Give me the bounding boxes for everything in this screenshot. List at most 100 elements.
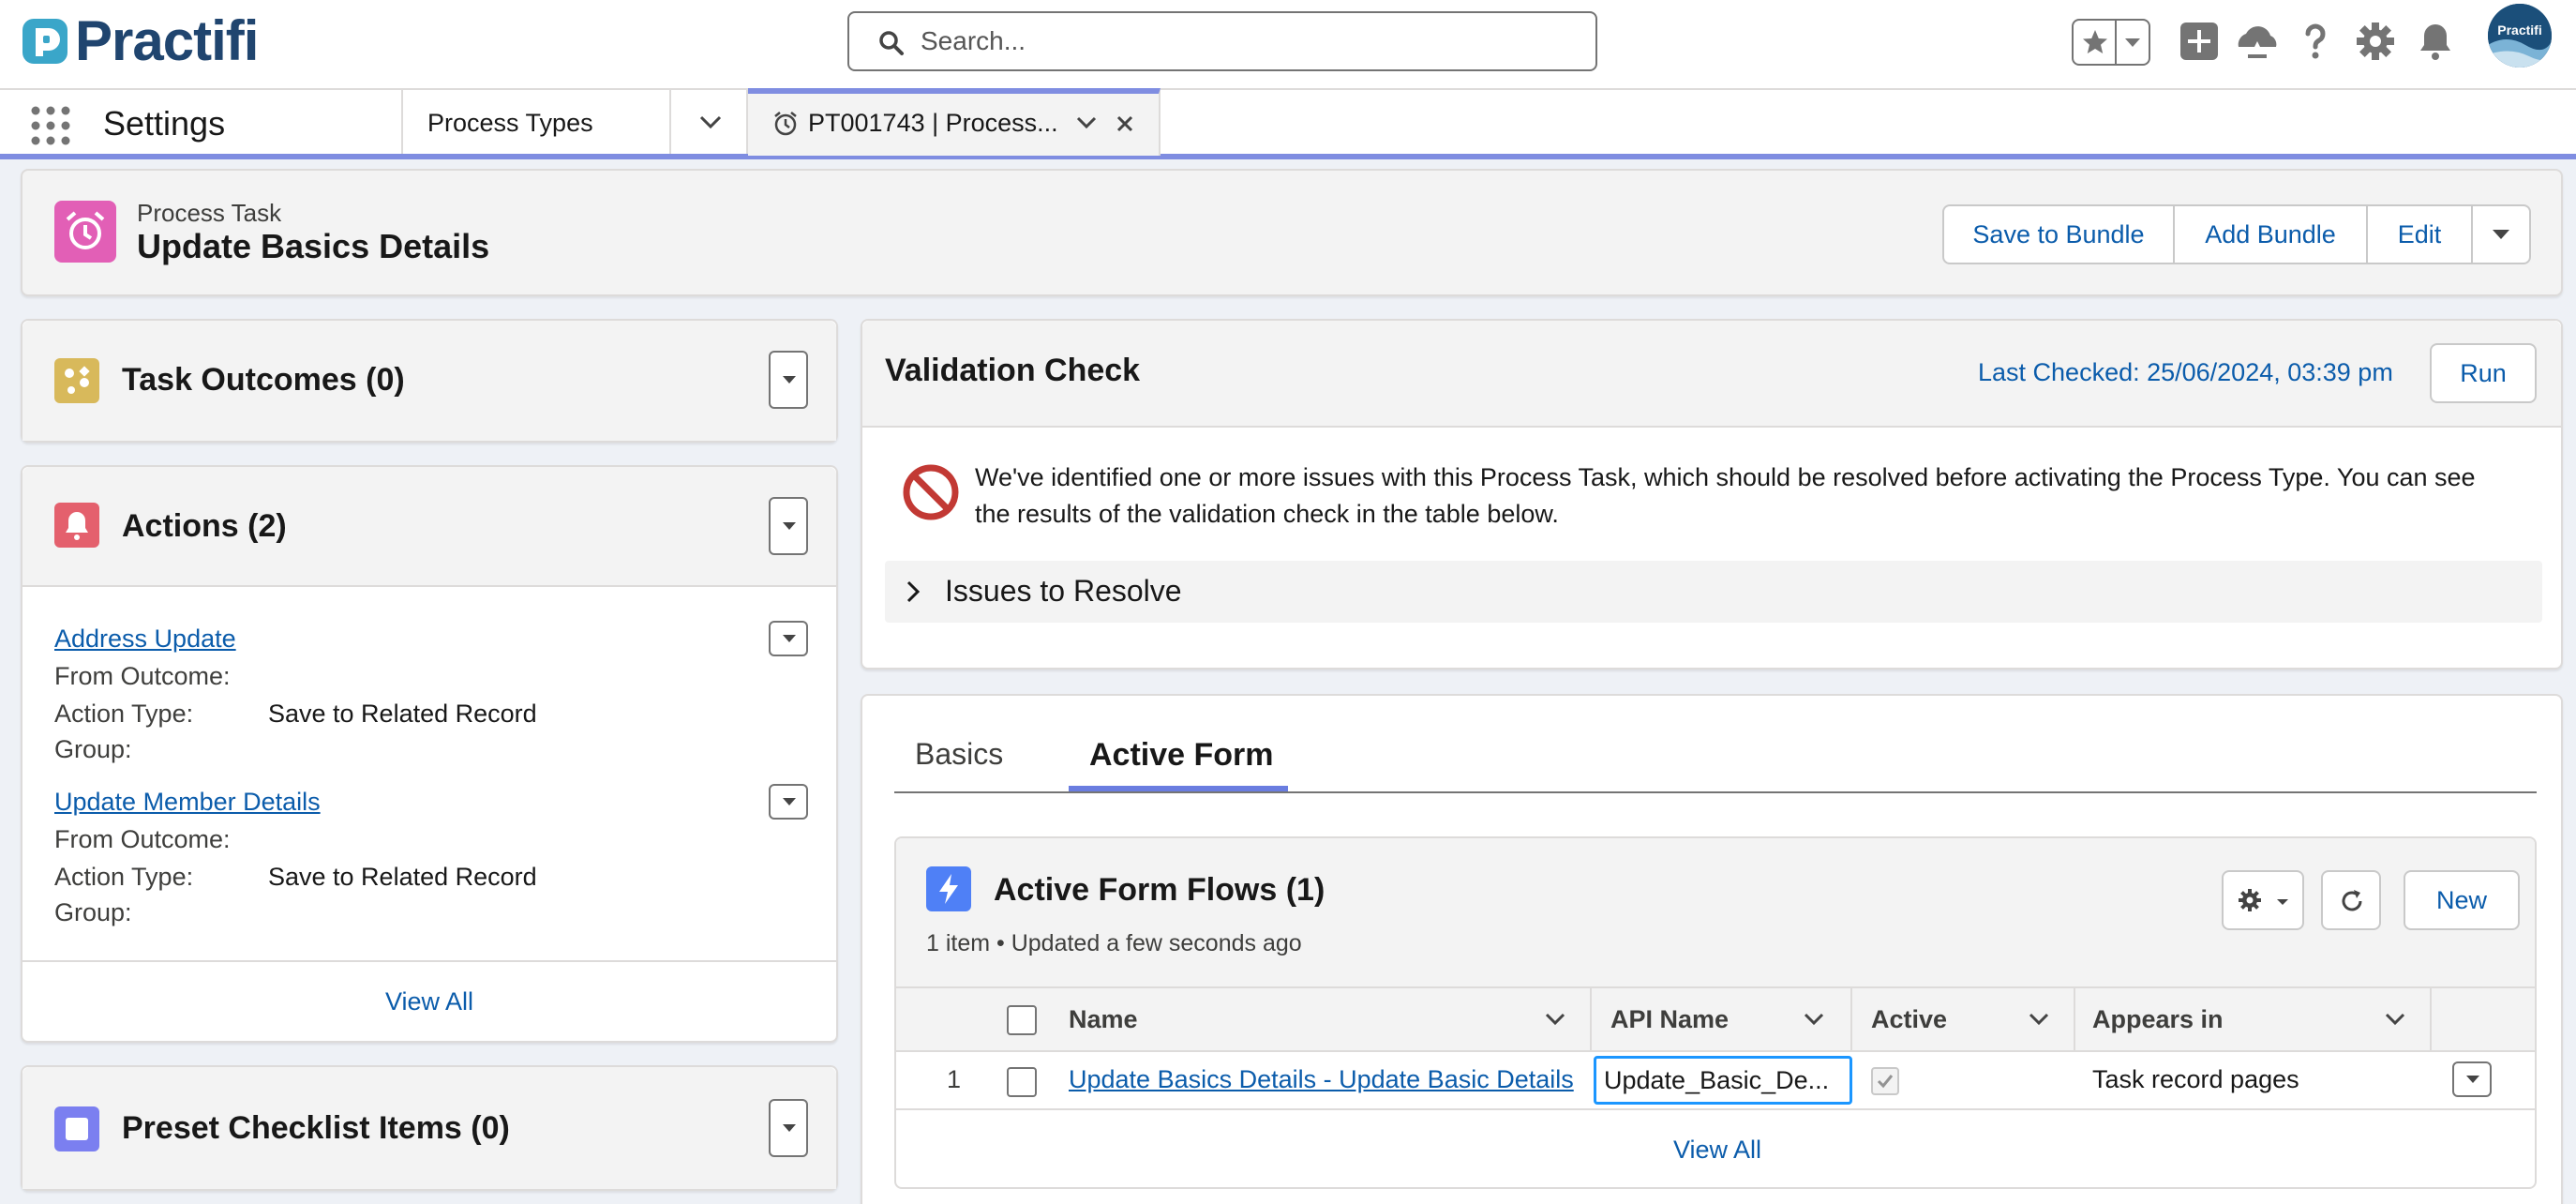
card-title: Preset Checklist Items (0) — [122, 1110, 510, 1146]
chevron-down-icon — [2276, 898, 2289, 906]
validation-title: Validation Check — [885, 353, 1141, 388]
list-settings-button[interactable] — [2222, 870, 2304, 930]
issues-to-resolve-toggle[interactable]: Issues to Resolve — [885, 561, 2542, 623]
chevron-down-icon — [699, 114, 722, 129]
row-menu-button[interactable] — [2452, 1061, 2492, 1097]
avatar[interactable]: Practifi — [2488, 4, 2552, 68]
column-header-appears-in[interactable]: Appears in — [2092, 988, 2224, 1052]
new-button[interactable]: New — [2404, 870, 2520, 930]
action-link-address-update[interactable]: Address Update — [54, 625, 236, 654]
global-header: Practifi Practifi — [0, 0, 2576, 90]
api-name-cell[interactable]: Update_Basic_De... — [1594, 1056, 1852, 1105]
search-icon — [877, 29, 906, 57]
action-type-value: Save to Related Record — [268, 863, 537, 891]
close-icon[interactable] — [1116, 114, 1134, 133]
chevron-down-icon — [2124, 38, 2141, 49]
row-checkbox[interactable] — [1007, 1067, 1037, 1097]
column-header-name[interactable]: Name — [1069, 988, 1138, 1052]
save-to-bundle-button[interactable]: Save to Bundle — [1944, 206, 2175, 263]
app-launcher-icon[interactable] — [28, 103, 73, 148]
practifi-logo-icon — [21, 17, 69, 66]
app-nav-bar: Settings Process Types PT001743 | Proces… — [0, 88, 2576, 159]
nav-more-button[interactable] — [671, 90, 748, 154]
more-actions-button[interactable] — [2473, 206, 2529, 263]
chevron-down-icon — [2492, 229, 2510, 240]
add-icon[interactable] — [2177, 19, 2222, 64]
last-checked-link[interactable]: Last Checked: 25/06/2024, 03:39 pm — [1978, 358, 2393, 387]
table-header: Name API Name Active Appears in — [896, 986, 2535, 1052]
alarm-clock-icon — [772, 111, 799, 137]
active-checkbox — [1871, 1067, 1899, 1095]
gear-icon — [2237, 887, 2263, 913]
bell-icon — [54, 503, 99, 548]
chevron-down-icon[interactable] — [2029, 1013, 2049, 1026]
bell-icon[interactable] — [2413, 19, 2458, 64]
column-header-active[interactable]: Active — [1871, 988, 1947, 1052]
active-tab-indicator — [1069, 786, 1288, 791]
validation-check-card: Validation Check Last Checked: 25/06/202… — [861, 319, 2563, 670]
global-search[interactable] — [847, 11, 1597, 71]
refresh-button[interactable] — [2321, 870, 2381, 930]
error-icon — [902, 463, 960, 521]
chevron-down-icon[interactable] — [1076, 116, 1097, 129]
card-menu-button[interactable] — [769, 351, 808, 409]
action-type-value: Save to Related Record — [268, 700, 537, 728]
star-icon — [2081, 28, 2109, 56]
chevron-right-icon — [906, 579, 921, 604]
preset-checklist-card: Preset Checklist Items (0) — [21, 1065, 838, 1191]
record-header: Process Task Update Basics Details Save … — [21, 169, 2563, 296]
nav-tab-label: PT001743 | Process... — [808, 109, 1058, 137]
outcome-icon — [54, 358, 99, 403]
edit-button[interactable]: Edit — [2368, 206, 2473, 263]
page-title: Update Basics Details — [137, 227, 490, 265]
from-outcome-label: From Outcome: — [54, 662, 231, 690]
record-actions: Save to Bundle Add Bundle Edit — [1942, 204, 2531, 264]
chevron-down-icon[interactable] — [1545, 1013, 1565, 1026]
nav-tab-process-types[interactable]: Process Types — [401, 90, 671, 154]
group-label: Group: — [54, 898, 132, 926]
row-menu-button[interactable] — [769, 621, 808, 656]
favorites-button[interactable] — [2072, 19, 2150, 66]
view-all-link[interactable]: View All — [896, 1112, 2535, 1187]
process-task-icon — [54, 201, 116, 263]
gear-icon[interactable] — [2353, 19, 2398, 64]
active-form-flows-list: Active Form Flows (1) 1 item • Updated a… — [894, 836, 2537, 1189]
record-type: Process Task — [137, 199, 282, 227]
card-menu-button[interactable] — [769, 1099, 808, 1157]
select-all-checkbox[interactable] — [1007, 1005, 1037, 1035]
chevron-down-icon[interactable] — [1804, 1013, 1824, 1026]
search-input[interactable] — [921, 13, 1577, 69]
related-list-title: Active Form Flows (1) — [994, 872, 1325, 908]
task-outcomes-card: Task Outcomes (0) — [21, 319, 838, 443]
action-type-label: Action Type: — [54, 700, 194, 728]
actions-card: Actions (2) Address Update From Outcome:… — [21, 465, 838, 1043]
checklist-icon — [54, 1106, 99, 1151]
card-title: Task Outcomes (0) — [122, 362, 405, 398]
row-menu-button[interactable] — [769, 784, 808, 820]
add-bundle-button[interactable]: Add Bundle — [2175, 206, 2368, 263]
tab-active-form[interactable]: Active Form — [1089, 737, 1274, 774]
run-button[interactable]: Run — [2430, 343, 2537, 403]
refresh-icon — [2338, 887, 2366, 915]
column-header-api-name[interactable]: API Name — [1610, 988, 1729, 1052]
from-outcome-label: From Outcome: — [54, 825, 231, 853]
nav-tab-label: Process Types — [427, 109, 593, 137]
tab-basics[interactable]: Basics — [915, 737, 1003, 772]
related-list-subtitle: 1 item • Updated a few seconds ago — [926, 930, 1302, 956]
validation-message: We've identified one or more issues with… — [975, 463, 2476, 528]
help-icon[interactable] — [2293, 19, 2338, 64]
brand-name: Practifi — [75, 9, 259, 72]
detail-tabs-card: Basics Active Form Active Form Flows (1)… — [861, 694, 2563, 1204]
flow-name-link[interactable]: Update Basics Details - Update Basic Det… — [1069, 1065, 1574, 1094]
action-type-label: Action Type: — [54, 863, 194, 891]
action-link-update-member-details[interactable]: Update Member Details — [54, 788, 321, 817]
chevron-down-icon[interactable] — [2385, 1013, 2405, 1026]
card-menu-button[interactable] — [769, 497, 808, 555]
nav-tab-process-task[interactable]: PT001743 | Process... — [748, 88, 1161, 156]
trailhead-icon[interactable] — [2235, 19, 2280, 64]
view-all-link[interactable]: View All — [22, 962, 836, 1041]
issues-label: Issues to Resolve — [945, 574, 1182, 608]
row-number: 1 — [947, 1065, 962, 1093]
group-label: Group: — [54, 735, 132, 763]
app-name: Settings — [103, 104, 226, 143]
